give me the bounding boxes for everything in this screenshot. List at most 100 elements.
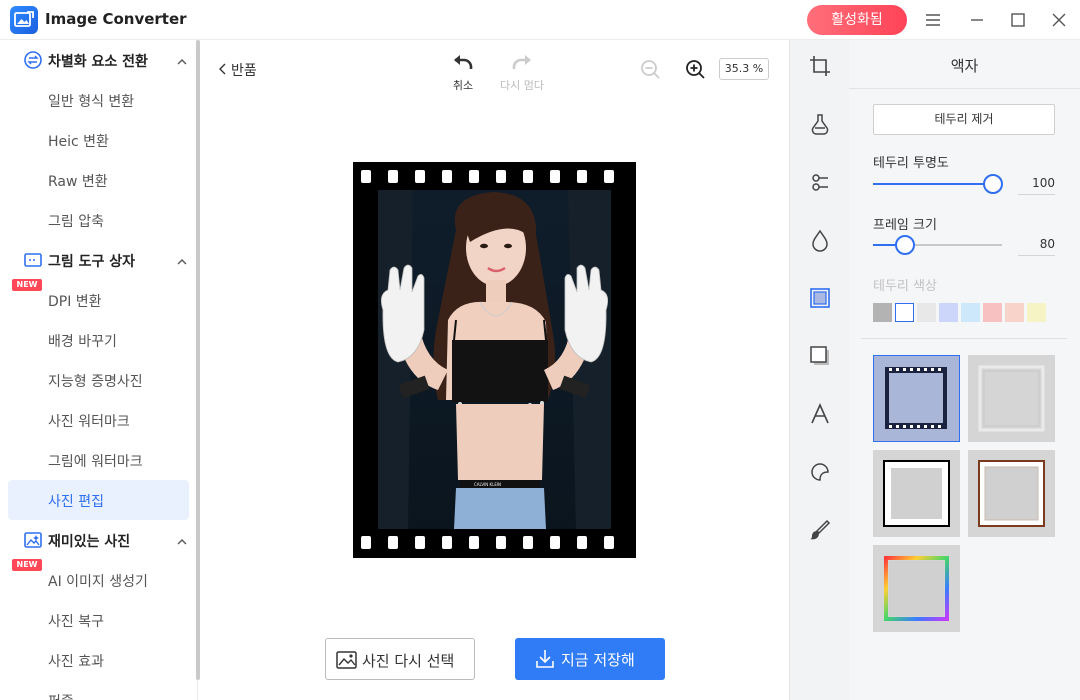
divider	[849, 88, 1080, 89]
sidebar-item-format-convert[interactable]: 일반 형식 변환	[8, 80, 189, 120]
film-sprocket-hole	[442, 170, 452, 183]
film-sprocket-hole	[469, 170, 479, 183]
save-now-button[interactable]: 지금 저장해	[515, 638, 665, 680]
opacity-label: 테두리 투명도	[873, 156, 949, 171]
film-sprocket-hole	[523, 170, 533, 183]
portrait-photo: CALVIN KLEIN	[378, 190, 611, 529]
divider	[861, 338, 1067, 339]
chevron-up-icon[interactable]	[176, 253, 188, 265]
redo-label: 다시 멈다	[500, 79, 544, 92]
crop-icon[interactable]	[808, 54, 832, 78]
redo-button[interactable]: 다시 멈다	[493, 50, 551, 92]
sidebar-item-dpi-convert[interactable]: DPI 변환	[8, 280, 189, 320]
sidebar-item-photo-effects[interactable]: 사진 효과	[8, 640, 189, 680]
brush-icon[interactable]	[808, 518, 832, 542]
remove-border-button[interactable]: 테두리 제거	[873, 104, 1055, 135]
border-color-swatch[interactable]	[961, 303, 980, 322]
maximize-icon[interactable]	[1008, 10, 1028, 30]
film-sprocket-hole	[469, 536, 479, 549]
film-sprocket-hole	[523, 536, 533, 549]
app-logo-icon	[10, 6, 38, 34]
border-color-swatch[interactable]	[983, 303, 1002, 322]
zoom-level[interactable]: 35.3 %	[719, 58, 769, 80]
drop-icon[interactable]	[808, 228, 832, 252]
filter-sliders-icon[interactable]	[808, 170, 832, 194]
film-sprocket-hole	[496, 170, 506, 183]
border-color-swatch[interactable]	[895, 303, 914, 322]
tool-strip	[789, 40, 849, 700]
frame-option-film[interactable]	[873, 355, 960, 442]
film-sprocket-hole	[415, 536, 425, 549]
zoom-in-icon[interactable]	[685, 59, 707, 85]
app-title: Image Converter	[45, 10, 187, 28]
section-label: 그림 도구 상자	[48, 254, 136, 270]
film-sprocket-hole	[442, 536, 452, 549]
frame-size-value[interactable]: 80	[1018, 232, 1055, 256]
undo-button[interactable]: 취소	[443, 50, 483, 92]
opacity-value[interactable]: 100	[1018, 171, 1055, 195]
section-label: 재미있는 사진	[48, 534, 131, 550]
border-color-swatch[interactable]	[1027, 303, 1046, 322]
undo-label: 취소	[452, 79, 474, 92]
activated-button[interactable]: 활성화됨	[807, 5, 907, 35]
redo-icon	[512, 55, 531, 69]
film-sprocket-hole	[361, 170, 371, 183]
sidebar-item-add-watermark[interactable]: 그림에 워터마크	[8, 440, 189, 480]
sidebar-item-compress[interactable]: 그림 압축	[8, 200, 189, 240]
film-sprocket-hole	[415, 170, 425, 183]
frame-option-copper[interactable]	[968, 450, 1055, 537]
chevron-left-icon	[217, 63, 231, 79]
section-fun-photos[interactable]: 재미있는 사진	[0, 520, 197, 560]
menu-icon[interactable]	[923, 10, 943, 30]
frame-icon[interactable]	[808, 286, 832, 310]
film-sprocket-hole	[388, 170, 398, 183]
border-color-swatch[interactable]	[1005, 303, 1024, 322]
sidebar-item-photo-restore[interactable]: 사진 복구	[8, 600, 189, 640]
frame-option-ornate[interactable]	[968, 355, 1055, 442]
toolbox-icon	[23, 250, 43, 270]
image-sparkle-icon	[23, 530, 43, 550]
shadow-frame-icon[interactable]	[808, 344, 832, 368]
reselect-label: 사진 다시 선택	[362, 652, 455, 670]
sidebar-item-puzzle[interactable]: 퍼즐	[8, 680, 189, 700]
sidebar-item-photo-edit[interactable]: 사진 편집	[8, 480, 189, 520]
title-bar: Image Converter 활성화됨	[0, 0, 1080, 40]
adjust-flask-icon[interactable]	[808, 112, 832, 136]
sidebar-item-heic-convert[interactable]: Heic 변환	[8, 120, 189, 160]
section-differentiated-conversion[interactable]: 차별화 요소 전환	[0, 40, 197, 80]
frame-option-rainbow[interactable]	[873, 545, 960, 632]
panel-title: 액자	[950, 57, 979, 75]
sidebar-item-id-photo[interactable]: 지능형 증명사진	[8, 360, 189, 400]
border-color-swatch[interactable]	[873, 303, 892, 322]
sidebar: 차별화 요소 전환 일반 형식 변환 Heic 변환 Raw 변환 그림 압축 …	[0, 40, 198, 700]
sidebar-item-ai-generator[interactable]: AI 이미지 생성기	[8, 560, 189, 600]
frame-option-white-black[interactable]	[873, 450, 960, 537]
sidebar-item-change-background[interactable]: 배경 바꾸기	[8, 320, 189, 360]
minimize-icon[interactable]	[967, 10, 987, 30]
opacity-slider-handle[interactable]	[983, 174, 1003, 194]
back-button[interactable]: 반품	[217, 60, 257, 80]
frame-size-slider-handle[interactable]	[895, 235, 916, 255]
sidebar-item-raw-convert[interactable]: Raw 변환	[8, 160, 189, 200]
convert-icon	[23, 50, 43, 70]
back-label: 반품	[231, 63, 257, 79]
film-sprocket-hole	[550, 536, 560, 549]
section-picture-toolbox[interactable]: 그림 도구 상자	[0, 240, 197, 280]
close-icon[interactable]	[1049, 10, 1069, 30]
sidebar-item-photo-watermark[interactable]: 사진 워터마크	[8, 400, 189, 440]
border-color-label: 테두리 색상	[873, 279, 937, 294]
main-editor: 반품 취소 다시 멈다 35.3 % CALVIN KLEIN 사진 다시 선택…	[200, 40, 789, 700]
film-sprocket-hole	[361, 536, 371, 549]
undo-icon	[454, 55, 473, 69]
save-label: 지금 저장해	[561, 651, 635, 669]
border-color-swatch[interactable]	[939, 303, 958, 322]
text-icon[interactable]	[808, 402, 832, 426]
chevron-up-icon[interactable]	[176, 53, 188, 65]
opacity-slider-fill	[873, 183, 993, 185]
image-icon	[336, 650, 358, 674]
zoom-out-icon[interactable]	[640, 59, 662, 85]
chevron-up-icon[interactable]	[176, 533, 188, 545]
reselect-photo-button[interactable]: 사진 다시 선택	[325, 638, 475, 680]
border-color-swatch[interactable]	[917, 303, 936, 322]
sticker-icon[interactable]	[808, 460, 832, 484]
